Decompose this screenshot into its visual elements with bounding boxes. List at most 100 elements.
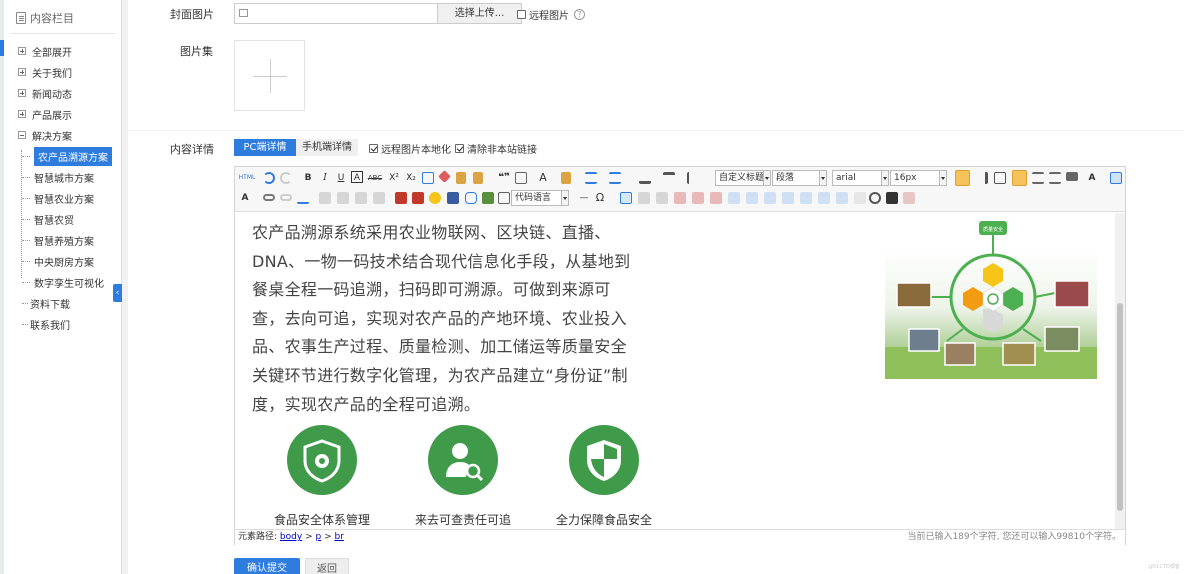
sidebar-item-products[interactable]: 产品展示 bbox=[18, 105, 72, 123]
path-p-link[interactable]: p bbox=[315, 532, 321, 542]
row-spacing-icon[interactable] bbox=[687, 172, 699, 184]
map-icon[interactable] bbox=[482, 192, 494, 204]
sidebar-item-solutions[interactable]: 解决方案 bbox=[18, 126, 72, 144]
bold-button[interactable]: B bbox=[302, 171, 314, 185]
fullscreen-icon[interactable] bbox=[1110, 172, 1122, 184]
line-height-icon[interactable] bbox=[639, 172, 651, 184]
superscript-button[interactable]: X² bbox=[387, 171, 401, 185]
sidebar-item-about[interactable]: 关于我们 bbox=[18, 63, 72, 81]
path-br-link[interactable]: br bbox=[335, 532, 344, 542]
multi-image-icon[interactable] bbox=[412, 192, 424, 204]
sidebar-item-news[interactable]: 新闻动态 bbox=[18, 84, 72, 102]
cover-path-input[interactable] bbox=[234, 3, 438, 24]
auto-typeset-icon[interactable] bbox=[473, 172, 483, 184]
template-icon[interactable] bbox=[903, 192, 915, 204]
horizontal-rule-button[interactable]: — bbox=[578, 191, 590, 205]
anchor-icon[interactable] bbox=[297, 192, 309, 204]
special-char-button[interactable]: Ω bbox=[594, 191, 606, 205]
editor-scrollbar[interactable] bbox=[1115, 213, 1125, 529]
merge-right-icon[interactable] bbox=[764, 192, 776, 204]
emotion-icon[interactable] bbox=[429, 192, 441, 204]
split-cols-icon[interactable] bbox=[836, 192, 848, 204]
sidebar-child-traceability[interactable]: 农产品溯源方案 bbox=[22, 146, 112, 166]
remote-image-checkbox[interactable]: 远程图片 ? bbox=[517, 7, 585, 22]
insert-table-icon[interactable] bbox=[620, 192, 632, 204]
localize-checkbox[interactable]: 远程图片本地化 bbox=[369, 141, 451, 156]
paragraph-format-select[interactable]: 段落 bbox=[772, 170, 827, 186]
split-cells-icon[interactable] bbox=[800, 192, 812, 204]
align-center-icon[interactable] bbox=[1032, 172, 1044, 184]
format-match-icon[interactable] bbox=[422, 172, 434, 184]
delete-col-icon[interactable] bbox=[728, 192, 740, 204]
delete-table-icon[interactable] bbox=[638, 192, 650, 204]
underline-button[interactable]: U bbox=[335, 171, 347, 185]
strikethrough-button[interactable]: ABC bbox=[367, 171, 383, 185]
search-replace-icon[interactable] bbox=[869, 192, 881, 204]
print-icon[interactable] bbox=[854, 192, 866, 204]
submit-button[interactable]: 确认提交 bbox=[234, 558, 300, 574]
font-size-select[interactable]: 16px bbox=[890, 170, 947, 186]
expand-icon[interactable] bbox=[18, 68, 26, 76]
undo-icon[interactable] bbox=[263, 172, 275, 184]
sidebar-child-digital-twin[interactable]: 数字孪生可视化 bbox=[22, 273, 104, 291]
checkbox-box[interactable] bbox=[369, 144, 378, 153]
upload-button[interactable]: 选择上传... bbox=[437, 3, 522, 24]
custom-heading-select[interactable]: 自定义标题 bbox=[715, 170, 771, 186]
insert-row-icon[interactable] bbox=[674, 192, 686, 204]
attachment-icon[interactable] bbox=[465, 192, 477, 204]
link-icon[interactable] bbox=[263, 194, 275, 201]
sidebar-collapse-toggle[interactable]: ‹ bbox=[113, 284, 122, 302]
eraser-icon[interactable] bbox=[438, 170, 451, 183]
font-family-select[interactable]: arial bbox=[832, 170, 889, 186]
unordered-list-icon[interactable] bbox=[609, 172, 621, 184]
insert-image-icon[interactable] bbox=[395, 192, 407, 204]
sidebar-item-expand-all[interactable]: 全部展开 bbox=[18, 42, 72, 60]
delete-row-icon[interactable] bbox=[692, 192, 704, 204]
image-left-icon[interactable] bbox=[337, 192, 349, 204]
path-body-link[interactable]: body bbox=[280, 532, 302, 542]
font-color-button[interactable]: A bbox=[537, 171, 549, 185]
merge-down-icon[interactable] bbox=[782, 192, 794, 204]
sidebar-item-downloads[interactable]: 资料下载 bbox=[22, 294, 70, 312]
paragraph-spacing-icon[interactable] bbox=[663, 172, 675, 184]
tab-pc-detail[interactable]: PC端详情 bbox=[234, 139, 296, 156]
back-button[interactable]: 返回 bbox=[305, 558, 349, 574]
expand-icon[interactable] bbox=[18, 110, 26, 118]
font-border-button[interactable]: A bbox=[351, 171, 363, 183]
indent-icon[interactable] bbox=[994, 172, 1006, 184]
italic-button[interactable]: I bbox=[319, 171, 331, 185]
paste-plain-icon[interactable] bbox=[515, 172, 527, 184]
image-center-icon[interactable] bbox=[373, 192, 385, 204]
collapse-icon[interactable] bbox=[18, 131, 26, 139]
rtl-direction-icon[interactable] bbox=[976, 172, 988, 184]
blockquote-button[interactable]: ❝❞ bbox=[497, 171, 511, 185]
video-icon[interactable] bbox=[447, 192, 459, 204]
expand-icon[interactable] bbox=[18, 89, 26, 97]
expand-icon[interactable] bbox=[18, 47, 26, 55]
checkbox-box[interactable] bbox=[455, 144, 464, 153]
gallery-add-button[interactable] bbox=[234, 40, 305, 111]
unlink-icon[interactable] bbox=[280, 194, 292, 201]
sidebar-child-smart-city[interactable]: 智慧城市方案 bbox=[22, 168, 94, 186]
sidebar-child-smart-agri[interactable]: 智慧农业方案 bbox=[22, 189, 94, 207]
format-brush-icon[interactable] bbox=[456, 172, 466, 184]
html-source-button[interactable]: HTML bbox=[238, 171, 256, 185]
subscript-button[interactable]: X₂ bbox=[404, 171, 418, 185]
scrollbar-thumb[interactable] bbox=[1117, 303, 1123, 511]
insert-code-icon[interactable] bbox=[498, 192, 510, 204]
sidebar-child-smart-market[interactable]: 智慧农贸 bbox=[22, 210, 74, 228]
editor-content-area[interactable]: 农产品溯源系统采用农业物联网、区块链、直播、DNA、一物一码技术结合现代信息化手… bbox=[235, 213, 1115, 529]
insert-para-before-icon[interactable] bbox=[656, 192, 668, 204]
tab-mobile-detail[interactable]: 手机端详情 bbox=[296, 139, 358, 156]
preview-icon[interactable] bbox=[886, 192, 898, 204]
sidebar-item-contact[interactable]: 联系我们 bbox=[22, 315, 70, 333]
sidebar-child-central-kitchen[interactable]: 中央厨房方案 bbox=[22, 252, 94, 270]
help-icon[interactable]: ? bbox=[574, 9, 585, 20]
clear-links-checkbox[interactable]: 清除非本站链接 bbox=[455, 141, 537, 156]
insert-col-icon[interactable] bbox=[710, 192, 722, 204]
merge-cells-icon[interactable] bbox=[746, 192, 758, 204]
sidebar-child-smart-breeding[interactable]: 智慧养殖方案 bbox=[22, 231, 94, 249]
ordered-list-icon[interactable] bbox=[585, 172, 597, 184]
case-convert-button[interactable]: A bbox=[1086, 171, 1098, 185]
image-none-icon[interactable] bbox=[319, 192, 331, 204]
